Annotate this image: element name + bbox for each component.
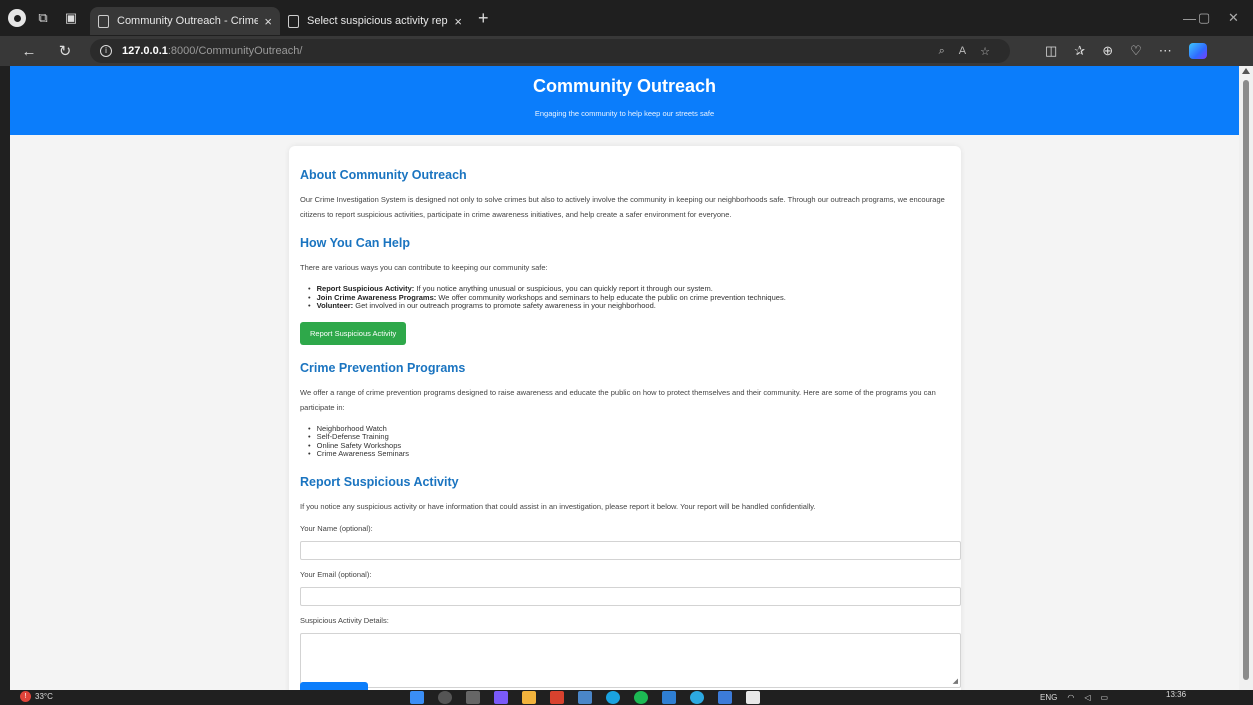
copilot-icon[interactable] [1188, 43, 1207, 59]
task-view-icon[interactable] [466, 691, 480, 704]
help-intro: There are various ways you can contribut… [300, 263, 548, 272]
list-item: Self-Defense Training [308, 432, 949, 442]
maximize-icon[interactable]: ▢ [1198, 0, 1210, 36]
info-icon[interactable]: i [100, 45, 112, 57]
zoom-icon[interactable]: ⌕ [939, 45, 945, 58]
tab-label: Select suspicious activity report ti [307, 15, 448, 27]
browser-toolbar-icons: ◫ ✰ ⊕ ♡ ⋯ [1045, 36, 1207, 66]
back-icon[interactable]: ← [16, 43, 42, 60]
browser-titlebar: ⧉ ▣ Community Outreach - Crime Inv × Sel… [0, 0, 1253, 36]
email-label: Your Email (optional): [300, 569, 372, 579]
page-viewport: Community Outreach Engaging the communit… [10, 66, 1239, 690]
details-textarea[interactable]: ◢ [300, 632, 961, 688]
tab-community-outreach[interactable]: Community Outreach - Crime Inv × [90, 7, 280, 35]
programs-text: We offer a range of crime prevention pro… [300, 387, 936, 412]
windows-taskbar: ! 33°C ENG ◠ ◁ ▭ 13:36 [0, 690, 1253, 705]
collections-icon[interactable]: ⊕ [1102, 43, 1113, 59]
scroll-up-icon[interactable] [1242, 68, 1250, 74]
close-icon[interactable]: × [264, 14, 272, 29]
chrome-icon[interactable] [634, 691, 648, 704]
help-list: Report Suspicious Activity: If you notic… [308, 284, 949, 311]
refresh-icon[interactable]: ↻ [52, 42, 78, 60]
report-heading: Report Suspicious Activity [300, 474, 459, 489]
programs-list: Neighborhood Watch Self-Defense Training… [308, 424, 949, 459]
resize-handle-icon[interactable]: ◢ [953, 677, 958, 685]
tab-actions-icon[interactable]: ▣ [60, 7, 82, 29]
read-aloud-icon[interactable]: A [959, 45, 966, 57]
about-heading: About Community Outreach [300, 168, 467, 182]
page-title: Community Outreach [532, 76, 717, 96]
weather-icon: ! [20, 691, 31, 702]
report-text: If you notice any suspicious activity or… [300, 501, 816, 511]
about-section: About Community Outreach Our Crime Inves… [300, 168, 949, 222]
whatsapp-icon[interactable] [690, 691, 704, 704]
wifi-icon[interactable]: ◠ [1067, 693, 1074, 702]
favorite-star-icon[interactable]: ☆ [980, 45, 990, 58]
taskbar-apps [410, 690, 760, 705]
url-bar[interactable]: i 127.0.0.1:8000/CommunityOutreach/ ⌕ A … [90, 39, 1010, 63]
edge-icon[interactable] [606, 691, 620, 704]
scrollbar-thumb[interactable] [1243, 80, 1249, 680]
url-path: :8000/CommunityOutreach/ [167, 45, 303, 57]
notepad-icon[interactable] [746, 691, 760, 704]
search-icon[interactable] [438, 691, 452, 704]
submit-report-button[interactable] [300, 682, 368, 690]
volume-icon[interactable]: ◁ [1084, 693, 1090, 702]
teams-icon[interactable] [494, 691, 508, 704]
store-icon[interactable] [578, 691, 592, 704]
tab-label: Community Outreach - Crime Inv [117, 15, 259, 27]
favorites-icon[interactable]: ✰ [1074, 43, 1085, 59]
window-close-icon[interactable]: ✕ [1228, 0, 1239, 36]
profile-icon[interactable] [8, 9, 26, 27]
name-input[interactable] [300, 540, 961, 560]
list-item: Neighborhood Watch [308, 424, 949, 434]
help-heading: How You Can Help [300, 236, 410, 250]
language-indicator[interactable]: ENG [1040, 693, 1057, 702]
system-tray: ENG ◠ ◁ ▭ [1040, 690, 1108, 705]
tab-suspicious-report[interactable]: Select suspicious activity report ti × [280, 7, 470, 35]
url-host: 127.0.0.1 [122, 45, 168, 57]
weather-temp: 33°C [35, 692, 53, 701]
name-label: Your Name (optional): [300, 523, 373, 533]
minimize-icon[interactable]: — [1183, 0, 1196, 36]
workspaces-icon[interactable]: ⧉ [32, 7, 54, 29]
more-options-icon[interactable]: ⋯ [1159, 43, 1172, 59]
list-item: Crime Awareness Seminars [308, 449, 949, 459]
split-screen-icon[interactable]: ◫ [1045, 43, 1057, 59]
help-section: How You Can Help There are various ways … [300, 236, 949, 345]
programs-section: Crime Prevention Programs We offer a ran… [300, 361, 949, 459]
report-section: Report Suspicious Activity If you notice… [300, 474, 961, 688]
page-subtitle: Engaging the community to help keep our … [534, 109, 715, 118]
page-icon [288, 14, 299, 28]
close-icon[interactable]: × [454, 14, 462, 29]
word-icon[interactable] [718, 691, 732, 704]
start-icon[interactable] [410, 691, 424, 704]
programs-heading: Crime Prevention Programs [300, 360, 466, 375]
page-icon [98, 14, 109, 28]
weather-widget[interactable]: ! 33°C [20, 691, 53, 702]
vscode-icon[interactable] [662, 691, 676, 704]
hero-banner: Community Outreach Engaging the communit… [10, 66, 1239, 135]
browser-essentials-icon[interactable]: ♡ [1130, 43, 1142, 59]
page-scrollbar[interactable] [1239, 66, 1253, 690]
content-card: About Community Outreach Our Crime Inves… [289, 146, 961, 690]
file-explorer-icon[interactable] [522, 691, 536, 704]
email-input[interactable] [300, 586, 961, 606]
clock[interactable]: 13:36 [1166, 690, 1186, 699]
list-item: Volunteer: Get involved in our outreach … [308, 301, 949, 311]
about-text: Our Crime Investigation System is design… [300, 195, 945, 219]
app-icon[interactable] [550, 691, 564, 704]
report-suspicious-activity-button[interactable]: Report Suspicious Activity [300, 321, 407, 345]
battery-icon[interactable]: ▭ [1100, 693, 1108, 702]
details-label: Suspicious Activity Details: [300, 615, 389, 625]
new-tab-button[interactable]: + [478, 8, 489, 29]
